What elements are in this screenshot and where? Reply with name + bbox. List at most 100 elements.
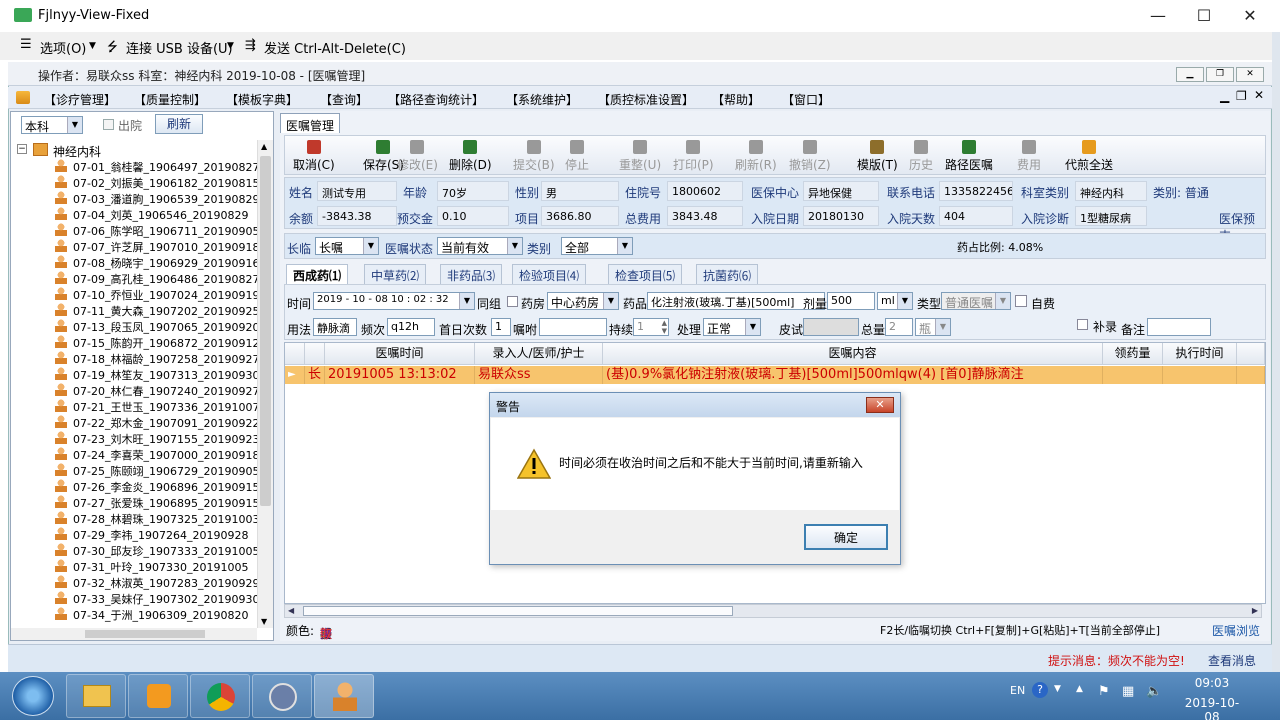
order-browse-link[interactable]: 医嘱浏览: [1212, 622, 1260, 639]
dept-select[interactable]: 本科 ▼: [21, 116, 83, 134]
tab-antibiotics[interactable]: 抗菌药⑹: [696, 264, 759, 284]
scroll-right-icon[interactable]: ▶: [1252, 606, 1258, 615]
dialog-close-button[interactable]: ✕: [866, 397, 894, 413]
type-select[interactable]: 全部 ▼: [561, 237, 633, 255]
menu-quality[interactable]: 【质量控制】: [134, 91, 206, 108]
list-item[interactable]: 07-22_郑木金_1907091_20190922: [11, 414, 257, 430]
list-item[interactable]: 07-08_杨晓宇_1906929_20190916: [11, 254, 257, 270]
list-item[interactable]: 07-20_林仁春_1907240_20190927: [11, 382, 257, 398]
list-item[interactable]: 07-11_黄大森_1907202_20190925: [11, 302, 257, 318]
tree-horizontal-scrollbar[interactable]: [11, 628, 257, 640]
list-item[interactable]: 07-06_陈学昭_1906711_20190905: [11, 222, 257, 238]
grid-horizontal-scrollbar[interactable]: ◀ ▶: [284, 604, 1262, 618]
chevron-down-icon[interactable]: ▼: [1054, 684, 1061, 694]
list-item[interactable]: 07-30_邱友珍_1907333_20191005: [11, 542, 257, 558]
kind-select[interactable]: 普通医嘱 ▼: [941, 292, 1011, 310]
list-item[interactable]: 07-34_于洲_1906309_20190820: [11, 606, 257, 622]
chevron-down-icon[interactable]: ▼: [507, 238, 522, 254]
list-item[interactable]: 07-24_李喜荣_1907000_20190918: [11, 446, 257, 462]
stepper-arrows-icon[interactable]: ▲ ▼: [662, 319, 667, 335]
col-header-user[interactable]: 录入人/医师/护士: [475, 343, 603, 365]
dose-input[interactable]: 500: [827, 292, 875, 310]
menu-diagnosis[interactable]: 【诊疗管理】: [44, 91, 116, 108]
chevron-down-icon[interactable]: ▼: [897, 293, 912, 309]
list-item[interactable]: 07-10_乔恒业_1907024_20190919: [11, 286, 257, 302]
list-item[interactable]: 07-23_刘木旺_1907155_20190923: [11, 430, 257, 446]
toolbar-button-5[interactable]: 停止: [565, 140, 589, 174]
list-item[interactable]: 07-09_高孔桂_1906486_20190827: [11, 270, 257, 286]
mdi-close-button[interactable]: ✕: [1254, 88, 1264, 102]
status-select[interactable]: 当前有效 ▼: [437, 237, 523, 255]
scroll-down-icon[interactable]: ▼: [261, 617, 267, 626]
list-item[interactable]: 07-31_叶玲_1907330_20191005: [11, 558, 257, 574]
tab-non-drug[interactable]: 非药品⑶: [440, 264, 503, 284]
toolbar-button-3[interactable]: 删除(D): [449, 140, 492, 174]
total-unit-select[interactable]: 瓶 ▼: [915, 318, 951, 336]
menu-window[interactable]: 【窗口】: [782, 91, 830, 108]
col-header-time[interactable]: 医嘱时间: [325, 343, 475, 365]
supplement-checkbox[interactable]: [1077, 319, 1088, 330]
duration-stepper[interactable]: 1 ▲ ▼: [633, 318, 669, 336]
tab-exam-items[interactable]: 检查项目⑸: [608, 264, 683, 284]
toolbar-button-13[interactable]: 费用: [1017, 140, 1041, 174]
grid-scroll-thumb[interactable]: [303, 606, 733, 616]
list-item[interactable]: 07-04_刘英_1906546_20190829: [11, 206, 257, 222]
usage-input[interactable]: 静脉滴注: [313, 318, 357, 336]
list-item[interactable]: 07-15_陈韵开_1906872_20190912: [11, 334, 257, 350]
list-item[interactable]: 07-33_吴妹仔_1907302_20190930: [11, 590, 257, 606]
ok-button[interactable]: 确定: [804, 524, 888, 550]
toolbar-button-11[interactable]: 历史: [909, 140, 933, 174]
start-button[interactable]: [12, 676, 54, 716]
toolbar-button-8[interactable]: 刷新(R): [735, 140, 777, 174]
list-item[interactable]: 07-02_刘振美_1906182_20190815: [11, 174, 257, 190]
menu-system[interactable]: 【系统维护】: [506, 91, 578, 108]
menu-template[interactable]: 【模板字典】: [226, 91, 298, 108]
col-header-content[interactable]: 医嘱内容: [603, 343, 1103, 365]
mdi-restore-button[interactable]: ❐: [1236, 89, 1247, 103]
handle-select[interactable]: 正常 ▼: [703, 318, 761, 336]
mdi-minimize-button[interactable]: ▁: [1220, 89, 1229, 103]
tab-lab-items[interactable]: 检验项目⑷: [512, 264, 587, 284]
list-item[interactable]: 07-25_陈颐翊_1906729_20190905: [11, 462, 257, 478]
toolbar-button-4[interactable]: 提交(B): [513, 140, 555, 174]
scroll-thumb[interactable]: [260, 156, 271, 506]
menu-help[interactable]: 【帮助】: [712, 91, 760, 108]
menu-qc-standard[interactable]: 【质控标准设置】: [598, 91, 694, 108]
advice-input[interactable]: [539, 318, 607, 336]
discharged-checkbox[interactable]: [103, 119, 114, 130]
ctrl-alt-del-menu[interactable]: 发送 Ctrl-Alt-Delete(C): [264, 38, 406, 57]
list-item[interactable]: 07-19_林笙友_1907313_20190930: [11, 366, 257, 382]
taskbar-compass-app[interactable]: [252, 674, 312, 718]
list-item[interactable]: 07-18_林福龄_1907258_20190927: [11, 350, 257, 366]
list-item[interactable]: 07-32_林淑英_1907283_20190929: [11, 574, 257, 590]
taskbar-chrome[interactable]: [190, 674, 250, 718]
options-menu[interactable]: 选项(O): [40, 38, 86, 57]
chevron-down-icon[interactable]: ▼: [67, 117, 82, 133]
self-pay-checkbox[interactable]: [1015, 295, 1027, 307]
app-close-button[interactable]: ✕: [1236, 67, 1264, 82]
flag-icon[interactable]: ⚑: [1098, 684, 1110, 699]
taskbar-file-explorer[interactable]: [66, 674, 126, 718]
menu-pathway-stats[interactable]: 【路径查询统计】: [388, 91, 484, 108]
taskbar-hospital-app[interactable]: [314, 674, 374, 718]
total-qty-input[interactable]: 2: [885, 318, 913, 336]
daily-input[interactable]: 1: [491, 318, 511, 336]
scroll-up-icon[interactable]: ▲: [261, 142, 267, 151]
toolbar-button-9[interactable]: 撤销(Z): [789, 140, 831, 174]
app-minimize-button[interactable]: ▁: [1176, 67, 1204, 82]
tray-expand-icon[interactable]: ▲: [1076, 684, 1083, 694]
list-item[interactable]: 07-13_段玉凤_1907065_20190920: [11, 318, 257, 334]
pharmacy-select[interactable]: 中心药房 ▼: [547, 292, 619, 310]
tree-vertical-scrollbar[interactable]: ▲ ▼: [257, 140, 273, 628]
col-header-qty[interactable]: 领药量: [1103, 343, 1163, 365]
list-item[interactable]: 07-21_王世玉_1907336_20191007: [11, 398, 257, 414]
tab-western-medicine[interactable]: 西成药⑴: [286, 264, 349, 284]
chevron-down-icon[interactable]: ▼: [603, 293, 618, 309]
app-restore-button[interactable]: ❐: [1206, 67, 1234, 82]
menu-query[interactable]: 【查询】: [320, 91, 368, 108]
remark-input[interactable]: [1147, 318, 1211, 336]
chevron-down-icon[interactable]: ▼: [459, 293, 474, 309]
toolbar-button-0[interactable]: 取消(C): [293, 140, 335, 174]
chevron-down-icon[interactable]: ▼: [227, 41, 234, 51]
tab-herbal-medicine[interactable]: 中草药⑵: [364, 264, 427, 284]
